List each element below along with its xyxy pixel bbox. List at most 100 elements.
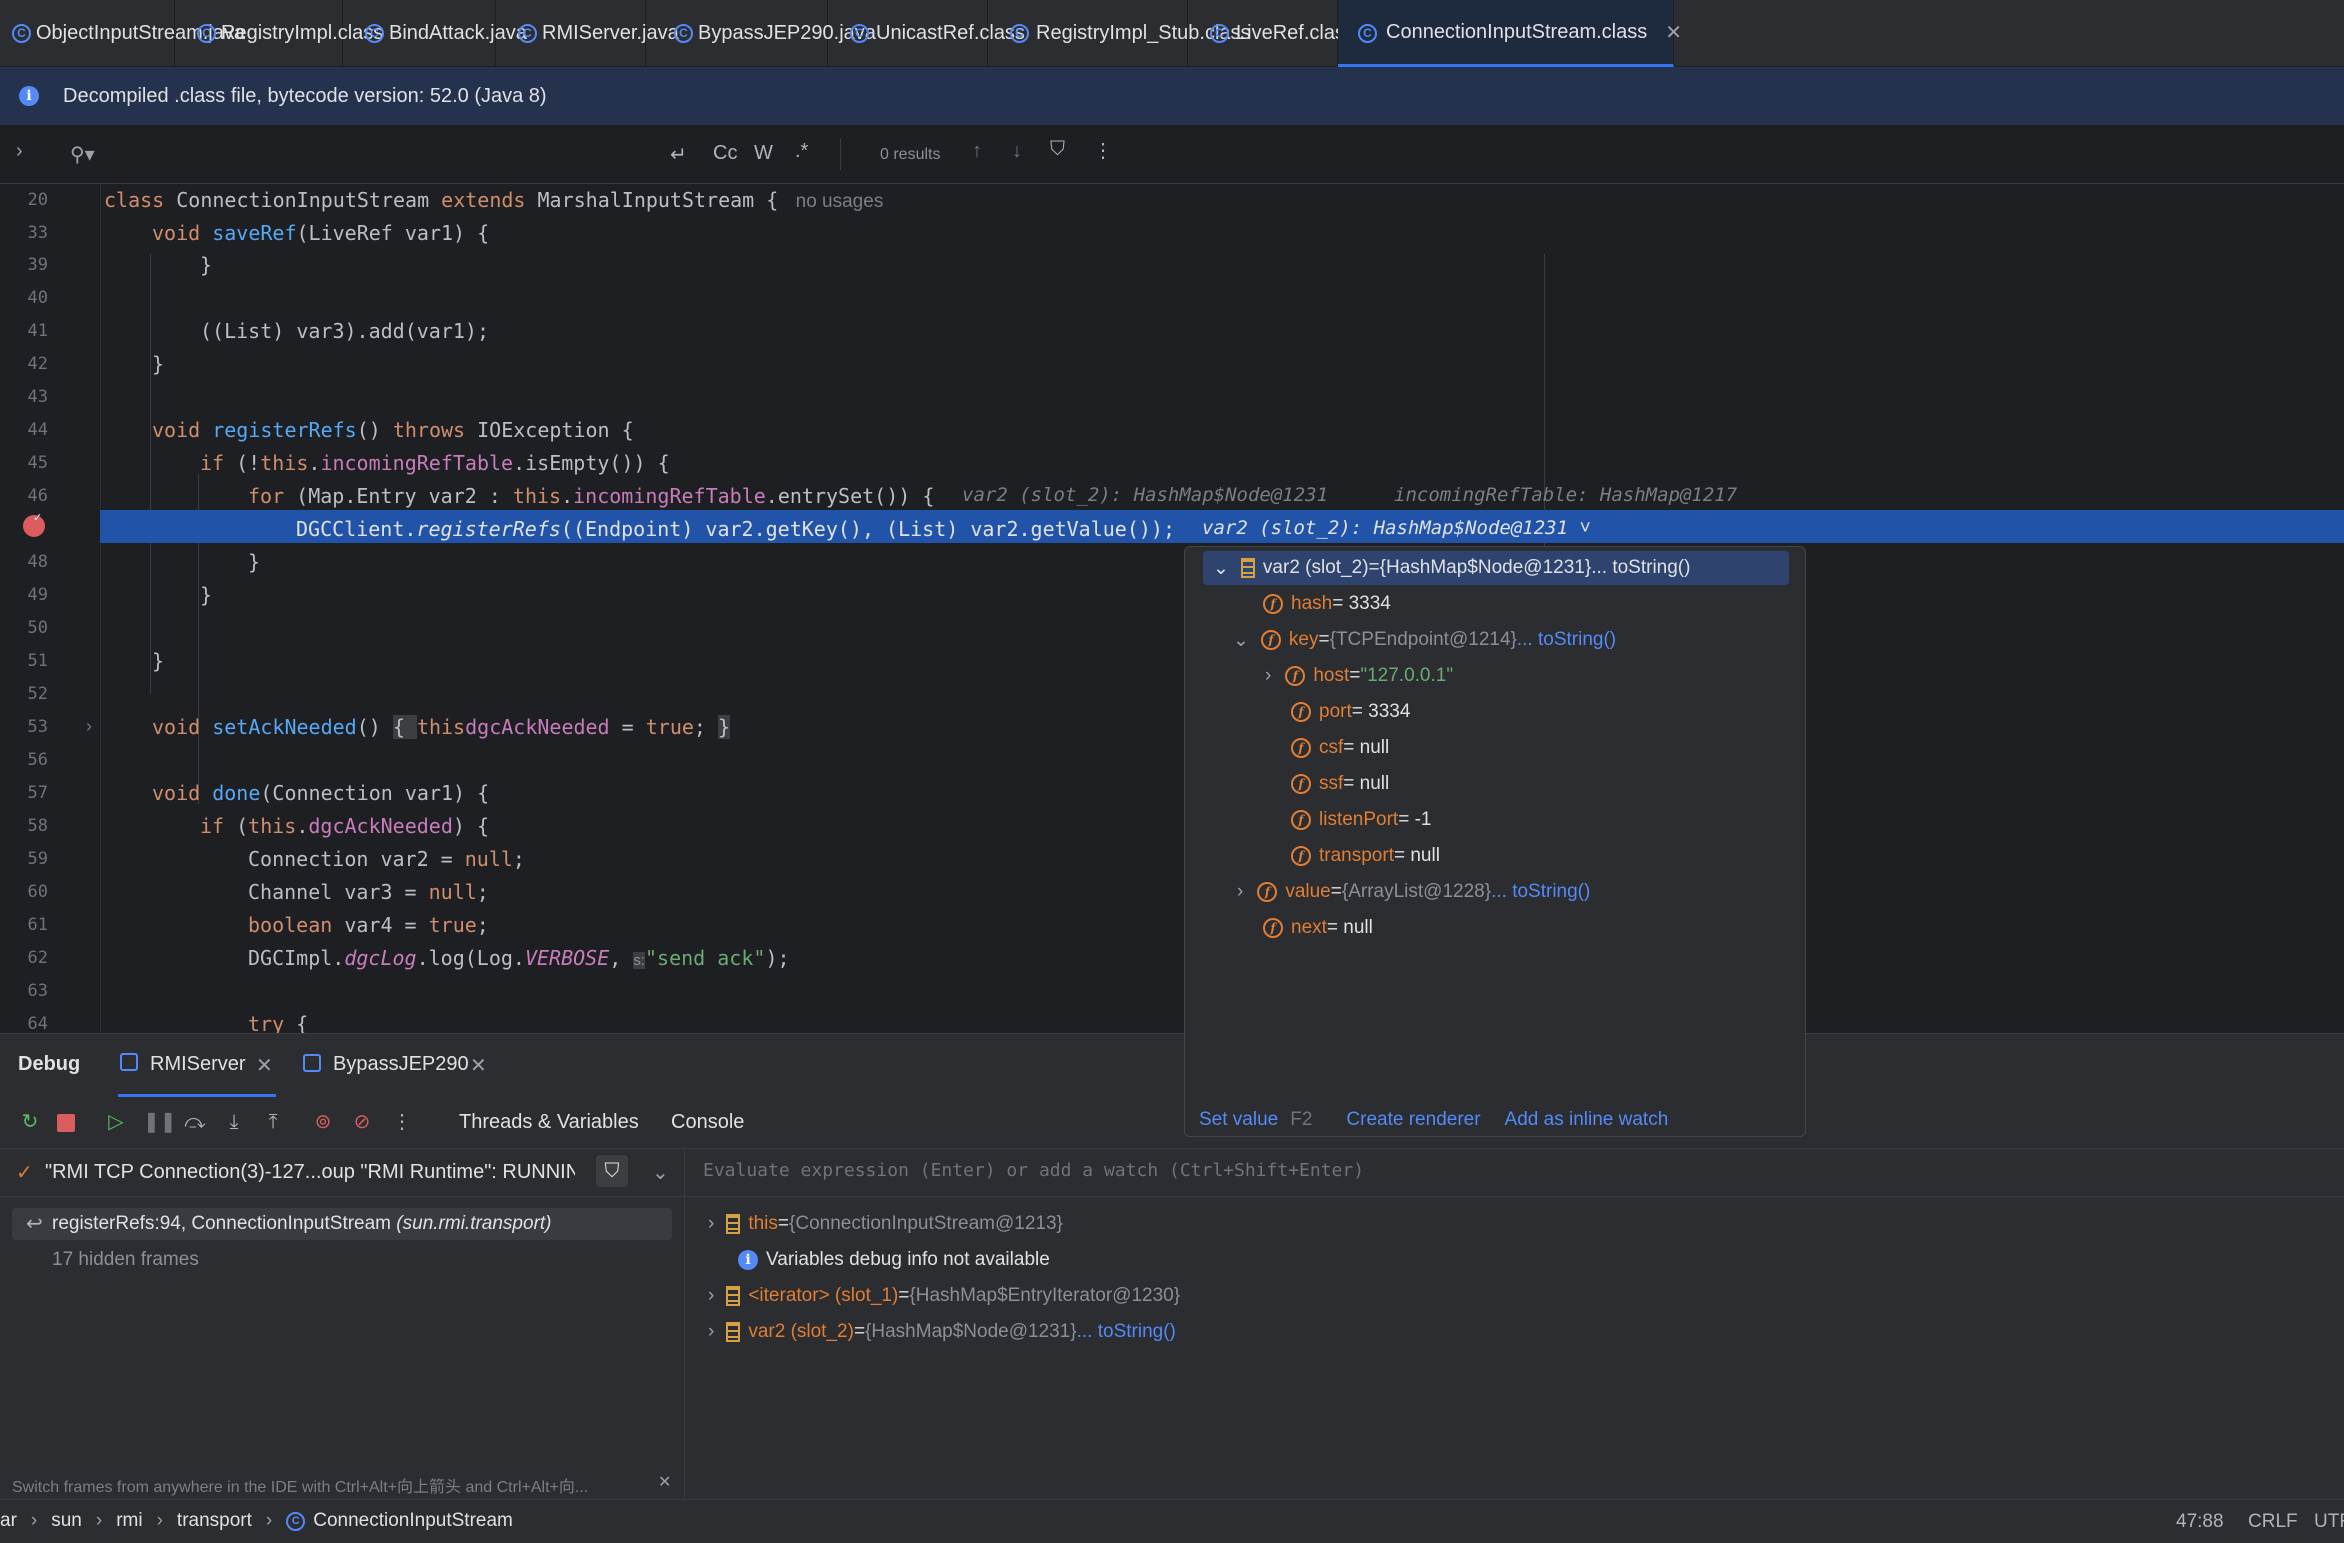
breadcrumb-item[interactable]: sun	[51, 1510, 82, 1532]
popup-row-transport[interactable]: f transport = null	[1291, 839, 1440, 873]
inline-debug-value[interactable]: incomingRefTable: HashMap@1217	[1394, 484, 1737, 506]
session-tab-rmiserver[interactable]: RMIServer	[150, 1053, 246, 1076]
find-bar: › ⚲▾ ↵ Cc W .* 0 results ↑ ↓ ⛉ ⋮	[0, 126, 2344, 184]
mute-breakpoints-icon[interactable]: ⊘	[350, 1110, 374, 1134]
match-case-toggle[interactable]: Cc	[713, 142, 737, 165]
popup-row-next[interactable]: f next = null	[1263, 911, 1373, 945]
code-editor[interactable]	[0, 184, 2344, 1032]
previous-occurrence-icon[interactable]: ↑	[972, 140, 982, 163]
popup-root-row[interactable]: ⌄ var2 (slot_2) = {HashMap$Node@1231} ...…	[1203, 551, 1789, 585]
close-session-icon[interactable]: ✕	[470, 1053, 487, 1078]
session-icon	[120, 1053, 138, 1071]
line-number: 61	[27, 915, 48, 935]
expand-icon[interactable]: ›	[1237, 881, 1243, 903]
resume-icon[interactable]: ▷	[104, 1110, 128, 1134]
session-tab-bypassjep290[interactable]: BypassJEP290	[333, 1053, 469, 1076]
filter-icon[interactable]: ⛉	[1050, 138, 1065, 161]
inline-debug-value[interactable]: var2 (slot_2): HashMap$Node@1231	[962, 484, 1328, 506]
popup-row-host[interactable]: › f host = "127.0.0.1"	[1265, 659, 1453, 693]
expand-replace-icon[interactable]: ›	[16, 140, 23, 163]
next-occurrence-icon[interactable]: ↓	[1012, 140, 1022, 163]
breadcrumb: ar › sun › rmi › transport › C Connectio…	[0, 1510, 513, 1532]
tab-registryimpl[interactable]: C RegistryImpl.class	[175, 0, 383, 67]
thread-selector[interactable]: "RMI TCP Connection(3)-127...oup "RMI Ru…	[45, 1161, 575, 1184]
tab-objectinputstream[interactable]: C ObjectInputStream.java	[0, 0, 245, 67]
tab-bindattack[interactable]: C BindAttack.java	[343, 0, 527, 67]
inline-debug-value-selected[interactable]: var2 (slot_2): HashMap$Node@1231 ˅	[1202, 517, 1591, 540]
create-renderer-link[interactable]: Create renderer	[1346, 1109, 1480, 1131]
variable-iterator[interactable]: › <iterator> (slot_1) = {HashMap$EntryIte…	[708, 1281, 1180, 1311]
class-icon: C	[1358, 24, 1377, 43]
line-number: 48	[27, 552, 48, 572]
popup-row-port[interactable]: f port = 3334	[1291, 695, 1410, 729]
code-line-49: }	[200, 583, 213, 607]
line-number: 58	[27, 816, 48, 836]
tab-threads-variables[interactable]: Threads & Variables	[459, 1111, 639, 1134]
fold-expand-icon[interactable]: ›	[86, 716, 92, 737]
more-options-icon[interactable]: ⋮	[1093, 138, 1113, 163]
set-value-link[interactable]: Set value	[1199, 1109, 1278, 1131]
code-line-33: void saveRef(LiveRef var1) {	[152, 221, 490, 245]
new-line-icon[interactable]: ↵	[670, 142, 687, 167]
close-hint-icon[interactable]: ✕	[658, 1472, 671, 1492]
search-history-icon[interactable]: ⚲▾	[70, 142, 95, 167]
close-tab-icon[interactable]: ✕	[1665, 20, 1682, 45]
tab-console[interactable]: Console	[671, 1111, 744, 1134]
caret-position[interactable]: 47:88	[2176, 1511, 2224, 1533]
set-value-shortcut: F2	[1290, 1109, 1313, 1130]
breadcrumb-item[interactable]: ar	[0, 1510, 17, 1532]
line-separator[interactable]: CRLF	[2248, 1511, 2298, 1533]
expand-icon[interactable]: ›	[708, 1213, 714, 1235]
file-encoding[interactable]: UTF	[2314, 1511, 2344, 1533]
step-over-icon[interactable]: ⤼	[183, 1110, 207, 1134]
variable-var2[interactable]: › var2 (slot_2) = {HashMap$Node@1231} ...…	[708, 1317, 1176, 1347]
line-number: 41	[27, 321, 48, 341]
code-line-58: if (this.dgcAckNeeded) {	[200, 814, 490, 838]
regex-toggle[interactable]: .*	[795, 140, 808, 163]
line-number: 63	[27, 981, 48, 1001]
tab-bypassjep290[interactable]: C BypassJEP290.java	[646, 0, 876, 67]
filter-icon[interactable]: ⛉	[596, 1155, 628, 1187]
debug-title: Debug	[18, 1053, 81, 1075]
popup-row-hash[interactable]: f hash = 3334	[1263, 587, 1391, 621]
search-input[interactable]	[100, 134, 640, 174]
close-session-icon[interactable]: ✕	[256, 1053, 273, 1078]
step-into-icon[interactable]: ⤓	[222, 1110, 246, 1134]
popup-row-key[interactable]: ⌄ f key = {TCPEndpoint@1214} ... toString(…	[1233, 623, 1616, 657]
more-icon[interactable]: ⋮	[390, 1110, 414, 1134]
breadcrumb-item[interactable]: rmi	[116, 1510, 142, 1532]
info-icon: i	[738, 1250, 758, 1270]
popup-row-ssf[interactable]: f ssf = null	[1291, 767, 1389, 801]
popup-row-csf[interactable]: f csf = null	[1291, 731, 1389, 765]
debug-tool-window	[0, 1033, 2344, 1499]
hidden-frames[interactable]: 17 hidden frames	[52, 1249, 199, 1271]
view-breakpoints-icon[interactable]: ⊚	[311, 1110, 335, 1134]
tab-registryimpl-stub[interactable]: C RegistryImpl_Stub.class	[988, 0, 1251, 67]
code-line-42: }	[152, 352, 165, 376]
chevron-right-icon: ›	[95, 1510, 103, 1531]
code-line-61: boolean var4 = true;	[248, 913, 489, 937]
expand-icon[interactable]: ›	[708, 1285, 714, 1307]
expand-icon[interactable]: ›	[708, 1321, 714, 1343]
evaluate-input[interactable]: Evaluate expression (Enter) or add a wat…	[703, 1160, 2323, 1190]
tab-rmiserver[interactable]: C RMIServer.java	[496, 0, 679, 67]
add-inline-watch-link[interactable]: Add as inline watch	[1505, 1109, 1669, 1131]
chevron-down-icon[interactable]: ⌄	[1213, 557, 1229, 580]
step-out-icon[interactable]: ⤒	[261, 1110, 285, 1134]
whole-words-toggle[interactable]: W	[754, 142, 773, 165]
chevron-down-icon[interactable]: ⌄	[652, 1160, 669, 1185]
expand-icon[interactable]: ›	[1265, 665, 1271, 687]
popup-row-listenport[interactable]: f listenPort = -1	[1291, 803, 1431, 837]
chevron-down-icon[interactable]: ⌄	[1233, 629, 1249, 652]
breadcrumb-item[interactable]: transport	[177, 1510, 252, 1532]
popup-row-value[interactable]: › f value = {ArrayList@1228} ... toString(…	[1237, 875, 1590, 909]
breadcrumb-item[interactable]: ConnectionInputStream	[313, 1510, 513, 1532]
tab-liveref[interactable]: C LiveRef.class	[1188, 0, 1355, 67]
variable-this[interactable]: › this = {ConnectionInputStream@1213}	[708, 1209, 1063, 1239]
stop-icon[interactable]	[57, 1114, 75, 1132]
tab-unicastref[interactable]: C UnicastRef.class	[828, 0, 1025, 67]
rerun-icon[interactable]: ↻	[18, 1110, 42, 1134]
divider	[840, 138, 841, 170]
pause-icon[interactable]: ❚❚	[143, 1110, 177, 1134]
tab-connectioninputstream[interactable]: C ConnectionInputStream.class ✕	[1338, 0, 1682, 67]
